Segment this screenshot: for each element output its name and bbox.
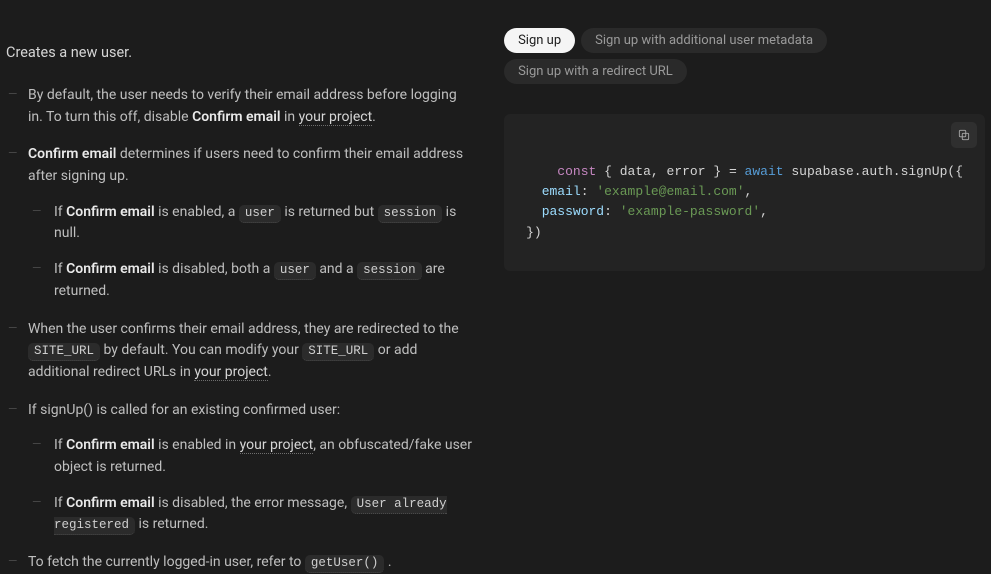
code-chip: session	[378, 205, 443, 223]
tab-sign-up-redirect[interactable]: Sign up with a redirect URL	[504, 59, 687, 84]
list-item: If signUp() is called for an existing co…	[6, 400, 474, 536]
list-item: When the user confirms their email addre…	[6, 319, 474, 384]
notes-list: By default, the user needs to verify the…	[6, 85, 474, 574]
documentation-panel: Creates a new user. By default, the user…	[0, 0, 480, 508]
code-chip: SITE_URL	[302, 343, 374, 361]
code-chip: user	[239, 205, 281, 223]
code-chip: SITE_URL	[28, 343, 100, 361]
list-item: If Confirm email is disabled, both a use…	[28, 259, 474, 302]
your-project-link[interactable]: your project	[194, 364, 268, 381]
code-example: const { data, error } = await supabase.a…	[504, 114, 985, 271]
example-panel: Sign up Sign up with additional user met…	[480, 0, 991, 508]
code-chip: user	[274, 262, 316, 280]
copy-button[interactable]	[951, 122, 977, 148]
list-item: To fetch the currently logged-in user, r…	[6, 552, 474, 574]
page-description: Creates a new user.	[6, 44, 474, 61]
your-project-link[interactable]: your project	[240, 437, 314, 454]
tab-sign-up-metadata[interactable]: Sign up with additional user metadata	[581, 28, 827, 53]
list-item: By default, the user needs to verify the…	[6, 85, 474, 128]
code-chip: getUser()	[305, 555, 385, 573]
tab-sign-up[interactable]: Sign up	[504, 28, 575, 53]
example-tabs: Sign up Sign up with additional user met…	[504, 28, 985, 84]
copy-icon	[957, 128, 971, 142]
list-item: If Confirm email is enabled in your proj…	[28, 435, 474, 478]
list-item: If Confirm email is disabled, the error …	[28, 493, 474, 536]
list-item: Confirm email determines if users need t…	[6, 144, 474, 302]
list-item: If Confirm email is enabled, a user is r…	[28, 202, 474, 245]
code-chip: session	[357, 262, 422, 280]
your-project-link[interactable]: your project	[299, 109, 373, 126]
